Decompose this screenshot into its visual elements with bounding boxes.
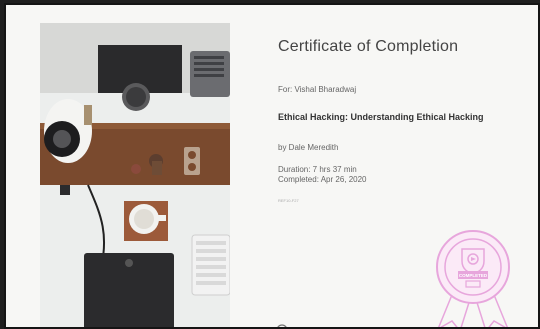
certificate-frame: Certificate of Completion For: Vishal Bh… <box>4 3 540 329</box>
completion-details: Duration: 7 hrs 37 min Completed: Apr 26… <box>278 165 367 185</box>
desk-photo <box>40 23 230 327</box>
course-duration: Duration: 7 hrs 37 min <box>278 165 357 174</box>
course-title: Ethical Hacking: Understanding Ethical H… <box>278 112 484 122</box>
course-author: by Dale Meredith <box>278 143 339 152</box>
certificate-title: Certificate of Completion <box>278 38 459 55</box>
brand-logo <box>276 323 296 327</box>
completion-date: Completed: Apr 26, 2020 <box>278 175 367 184</box>
reference-code: REF10-F27 <box>278 198 299 203</box>
recipient-name: For: Vishal Bharadwaj <box>278 85 357 94</box>
svg-text:COMPLETED: COMPLETED <box>459 273 488 278</box>
completion-badge: COMPLETED <box>418 227 528 327</box>
